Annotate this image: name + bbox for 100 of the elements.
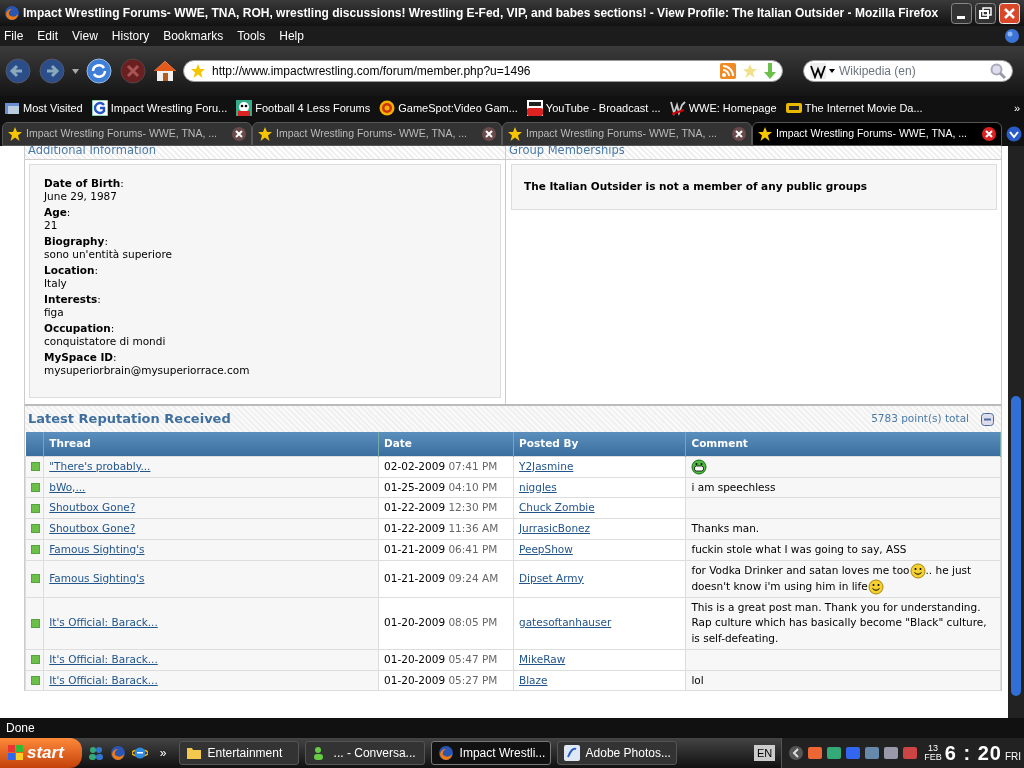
menu-item[interactable]: History <box>111 27 150 45</box>
tray-icon[interactable] <box>826 745 843 761</box>
close-icon[interactable] <box>999 2 1020 24</box>
home-icon[interactable] <box>153 59 177 83</box>
browser-tab[interactable]: Impact Wrestling Forums- WWE, TNA, ... <box>2 122 252 146</box>
clock-weekday: FRI <box>1004 750 1021 764</box>
user-link[interactable]: MikeRaw <box>519 652 566 665</box>
field-label: Date of Birth: <box>44 177 125 190</box>
comment-text: i am speechless <box>691 479 777 495</box>
field-value: conquistatore di mondi <box>44 335 167 348</box>
thread-link[interactable]: Famous Sighting's <box>49 542 145 555</box>
taskbar-button[interactable]: Entertainment <box>178 741 299 765</box>
wikipedia-w-icon[interactable] <box>810 63 836 79</box>
field-label: Occupation: <box>44 322 116 335</box>
tray-icon[interactable] <box>807 745 824 761</box>
folder-icon <box>4 100 20 116</box>
search-field[interactable]: Wikipedia (en) <box>803 60 1013 82</box>
tab-list-icon[interactable] <box>1006 126 1022 142</box>
user-link[interactable]: niggles <box>519 480 557 493</box>
menu-item[interactable]: Tools <box>237 27 266 45</box>
clock-date: 13 <box>927 744 938 753</box>
thread-link[interactable]: Shoutbox Gone? <box>49 522 136 534</box>
menu-item[interactable]: Bookmarks <box>163 27 224 45</box>
close-tab-icon[interactable] <box>231 126 247 142</box>
clock-date: FEB <box>924 753 942 762</box>
user-link[interactable]: gatesoftanhauser <box>519 616 612 629</box>
scroll-thumb[interactable] <box>1011 396 1021 696</box>
search-icon[interactable] <box>990 63 1006 79</box>
thread-link[interactable]: It's Official: Barack... <box>49 616 158 629</box>
bookmark-icon <box>669 100 686 116</box>
dropdown-arrow-icon[interactable] <box>72 68 79 74</box>
column-header[interactable]: Thread <box>43 432 379 456</box>
smiley-icon <box>867 578 884 595</box>
clock-time: 6 : 20 <box>944 741 1002 766</box>
bookmark-link[interactable]: The Internet Movie Da... <box>804 99 923 117</box>
chevron[interactable]: » <box>1013 99 1020 117</box>
menu-item[interactable]: File <box>4 27 24 45</box>
menu-item[interactable]: Edit <box>37 27 59 45</box>
bookmark-link[interactable]: Impact Wrestling Foru... <box>110 99 228 117</box>
user-link[interactable]: Blaze <box>519 673 548 686</box>
user-link[interactable]: Dipset Army <box>519 571 584 584</box>
scrollbar[interactable] <box>1008 146 1024 718</box>
bookmark-icon <box>91 100 108 116</box>
user-link[interactable]: Y2Jasmine <box>519 459 574 472</box>
back-icon[interactable] <box>4 57 32 85</box>
restore-icon[interactable] <box>975 2 996 24</box>
thread-link[interactable]: "There's probably... <box>49 459 151 472</box>
menu-item[interactable]: Help <box>279 27 304 45</box>
bookmark-link[interactable]: GameSpot:Video Gam... <box>398 99 518 117</box>
bookmark-icon <box>785 100 802 116</box>
field-label: Location: <box>44 264 100 277</box>
header-cell <box>25 432 44 456</box>
taskbar-button[interactable]: ... - Conversa... <box>304 741 425 765</box>
comment-text: for Vodka Drinker and satan loves me too .. he just doesn't know i'm using him in life <box>691 562 995 595</box>
tray-icon[interactable] <box>883 745 900 761</box>
close-tab-icon[interactable] <box>731 126 747 142</box>
stop-icon[interactable] <box>119 57 147 85</box>
globe-icon <box>1004 28 1020 44</box>
browser-tab[interactable]: Impact Wrestling Forums- WWE, TNA, ... <box>752 122 1002 146</box>
firefox-icon[interactable] <box>109 745 126 761</box>
window-title: Impact Wrestling Forums- WWE, TNA, ROH, wrestling discussions! Wrestling E-Fed, VIP, and babes sections! - View Profile: The Italian Outsider - Mozilla Firefox <box>23 5 940 22</box>
star-icon <box>7 126 23 142</box>
field-label: MySpace ID: <box>44 351 118 364</box>
thread-link[interactable]: bWo,... <box>49 480 86 493</box>
forward-icon[interactable] <box>38 57 66 85</box>
tray-icon[interactable] <box>864 745 881 761</box>
bookmark-icon <box>526 100 543 116</box>
close-tab-icon[interactable] <box>481 126 497 142</box>
thread-link[interactable]: Shoutbox Gone? <box>49 501 136 514</box>
column-header[interactable]: Comment <box>685 432 1001 456</box>
bookmark-link[interactable]: WWE: Homepage <box>688 99 777 117</box>
app-icon <box>437 745 454 761</box>
field-value: sono un'entità superiore <box>44 248 173 261</box>
date-cell: 01-21-2009 09:24 AM <box>378 560 514 597</box>
column-header[interactable]: Date <box>378 432 514 456</box>
section-heading: Latest Reputation Received <box>28 410 232 429</box>
column-header[interactable]: Posted By <box>513 432 686 456</box>
bookmark-link[interactable]: YouTube - Broadcast ... <box>545 99 661 117</box>
star-icon <box>757 126 773 142</box>
comment-text: fuckin stole what I was going to say, ASS <box>691 541 908 557</box>
chevron[interactable]: » <box>159 744 167 762</box>
collapse-icon[interactable] <box>981 412 994 426</box>
language-indicator[interactable]: EN <box>753 744 776 762</box>
firefox-icon <box>4 5 20 21</box>
browser-tab[interactable]: Impact Wrestling Forums- WWE, TNA, ... <box>252 122 502 146</box>
taskbar-button[interactable]: Impact Wrestli... <box>430 741 551 765</box>
taskbar-button[interactable]: Adobe Photos... <box>556 741 677 765</box>
menu-item[interactable]: View <box>72 27 98 45</box>
bookmark-link[interactable]: Most Visited <box>23 99 83 117</box>
minimize-icon[interactable] <box>951 2 972 24</box>
browser-tab[interactable]: Impact Wrestling Forums- WWE, TNA, ... <box>502 122 752 146</box>
reload-icon[interactable] <box>85 57 113 85</box>
tray-icon[interactable] <box>845 745 862 761</box>
user-link[interactable]: PeepShow <box>519 542 573 555</box>
field-label: Biography: <box>44 235 109 248</box>
close-tab-icon[interactable] <box>981 126 997 142</box>
windows-logo-icon <box>8 745 24 761</box>
thread-link[interactable]: Famous Sighting's <box>49 571 145 584</box>
bookmark-link[interactable]: Football 4 Less Forums <box>255 99 371 117</box>
tray-icon[interactable] <box>902 745 919 761</box>
